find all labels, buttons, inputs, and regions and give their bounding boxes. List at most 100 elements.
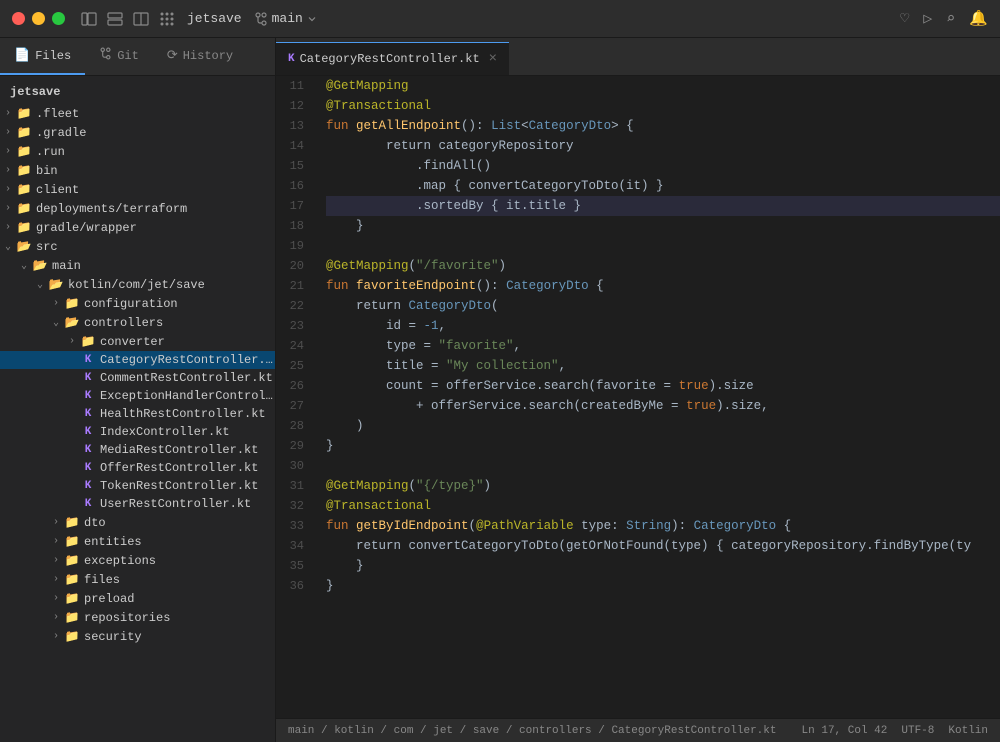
code-line[interactable]: @GetMapping("{/type}") xyxy=(326,476,1000,496)
tree-item-dto[interactable]: › 📁 dto xyxy=(0,513,275,532)
code-token-kw: fun xyxy=(326,279,356,293)
sidebar-tab-files[interactable]: 📄 Files xyxy=(0,38,85,75)
tree-item-files[interactable]: › 📁 files xyxy=(0,570,275,589)
branch-icon xyxy=(254,12,268,26)
tree-item-health-controller[interactable]: K HealthRestController.kt xyxy=(0,405,275,423)
code-line[interactable]: + offerService.search(createdByMe = true… xyxy=(326,396,1000,416)
code-token-type: CategoryDto xyxy=(506,279,589,293)
status-bar: main / kotlin / com / jet / save / contr… xyxy=(276,718,1000,742)
code-token-annotation: @GetMapping xyxy=(326,79,409,93)
close-button[interactable] xyxy=(12,12,25,25)
tree-item-repositories[interactable]: › 📁 repositories xyxy=(0,608,275,627)
code-line[interactable]: } xyxy=(326,216,1000,236)
code-token-number: -1 xyxy=(424,319,439,333)
sidebar-toggle-icon[interactable] xyxy=(81,11,97,27)
tree-item-comment-controller[interactable]: K CommentRestController.kt xyxy=(0,369,275,387)
kotlin-file-icon: K xyxy=(80,390,96,402)
code-line[interactable] xyxy=(326,236,1000,256)
tree-item-exception-controller[interactable]: K ExceptionHandlerControlle... xyxy=(0,387,275,405)
line-number: 22 xyxy=(276,296,310,316)
code-line[interactable]: .map { convertCategoryToDto(it) } xyxy=(326,176,1000,196)
code-line[interactable]: } xyxy=(326,556,1000,576)
encoding: UTF-8 xyxy=(901,725,934,737)
minimize-button[interactable] xyxy=(32,12,45,25)
tree-item-gradle-wrapper[interactable]: › 📁 gradle/wrapper xyxy=(0,218,275,237)
heart-icon[interactable]: ♡ xyxy=(900,9,909,28)
folder-icon: 📁 xyxy=(64,572,80,587)
tree-item-bin[interactable]: › 📁 bin xyxy=(0,161,275,180)
code-line[interactable]: } xyxy=(326,436,1000,456)
code-editor[interactable]: 1112131415161718192021222324252627282930… xyxy=(276,76,1000,718)
grid-icon[interactable] xyxy=(159,11,175,27)
code-line[interactable]: .sortedBy { it.title } xyxy=(326,196,1000,216)
code-line[interactable]: type = "favorite", xyxy=(326,336,1000,356)
tree-item-token-controller[interactable]: K TokenRestController.kt xyxy=(0,477,275,495)
folder-icon: 📁 xyxy=(16,182,32,197)
code-line[interactable]: fun getByIdEndpoint(@PathVariable type: … xyxy=(326,516,1000,536)
tree-label: configuration xyxy=(84,297,178,311)
tree-item-entities[interactable]: › 📁 entities xyxy=(0,532,275,551)
tree-item-index-controller[interactable]: K IndexController.kt xyxy=(0,423,275,441)
line-number: 13 xyxy=(276,116,310,136)
tree-item-configuration[interactable]: › 📁 configuration xyxy=(0,294,275,313)
tree-item-kotlin[interactable]: ⌄ 📂 kotlin/com/jet/save xyxy=(0,275,275,294)
code-line[interactable]: fun favoriteEndpoint(): CategoryDto { xyxy=(326,276,1000,296)
code-line[interactable]: count = offerService.search(favorite = t… xyxy=(326,376,1000,396)
code-line[interactable]: return CategoryDto( xyxy=(326,296,1000,316)
tree-item-category-controller[interactable]: K CategoryRestController.kt xyxy=(0,351,275,369)
maximize-button[interactable] xyxy=(52,12,65,25)
notification-icon[interactable]: 🔔 xyxy=(969,9,988,28)
tree-item-exceptions[interactable]: › 📁 exceptions xyxy=(0,551,275,570)
run-icon[interactable]: ▷ xyxy=(923,9,932,28)
code-line[interactable] xyxy=(326,456,1000,476)
tree-item-security[interactable]: › 📁 security xyxy=(0,627,275,646)
code-line[interactable]: @GetMapping("/favorite") xyxy=(326,256,1000,276)
code-line[interactable]: ) xyxy=(326,416,1000,436)
code-line[interactable]: return convertCategoryToDto(getOrNotFoun… xyxy=(326,536,1000,556)
tree-item-converter[interactable]: › 📁 converter xyxy=(0,332,275,351)
code-line[interactable]: .findAll() xyxy=(326,156,1000,176)
code-content[interactable]: @GetMapping@Transactionalfun getAllEndpo… xyxy=(318,76,1000,718)
branch-selector[interactable]: main xyxy=(254,11,317,26)
code-line[interactable]: id = -1, xyxy=(326,316,1000,336)
code-line[interactable]: return categoryRepository xyxy=(326,136,1000,156)
code-line[interactable]: @Transactional xyxy=(326,96,1000,116)
sidebar-tab-history[interactable]: ⟳ History xyxy=(153,38,247,75)
tree-item-main[interactable]: ⌄ 📂 main xyxy=(0,256,275,275)
tree-item-fleet[interactable]: › 📁 .fleet xyxy=(0,104,275,123)
layout2-icon[interactable] xyxy=(107,11,123,27)
tree-item-gradle[interactable]: › 📁 .gradle xyxy=(0,123,275,142)
tree-item-deployments[interactable]: › 📁 deployments/terraform xyxy=(0,199,275,218)
code-line[interactable]: fun getAllEndpoint(): List<CategoryDto> … xyxy=(326,116,1000,136)
sidebar-tab-git[interactable]: Git xyxy=(85,38,153,75)
code-token-plain: id = xyxy=(326,319,424,333)
tree-item-preload[interactable]: › 📁 preload xyxy=(0,589,275,608)
tree-item-src[interactable]: ⌄ 📂 src xyxy=(0,237,275,256)
expand-arrow: › xyxy=(0,165,16,176)
kotlin-tab-icon: K xyxy=(288,53,295,65)
line-number: 30 xyxy=(276,456,310,476)
tree-item-run[interactable]: › 📁 .run xyxy=(0,142,275,161)
code-line[interactable]: @GetMapping xyxy=(326,76,1000,96)
code-line[interactable]: title = "My collection", xyxy=(326,356,1000,376)
tree-item-offer-controller[interactable]: K OfferRestController.kt xyxy=(0,459,275,477)
tree-item-client[interactable]: › 📁 client xyxy=(0,180,275,199)
titlebar-layout-icons xyxy=(81,11,175,27)
tree-label: HealthRestController.kt xyxy=(100,407,266,421)
code-token-plain: type: xyxy=(574,519,627,533)
close-tab-button[interactable]: × xyxy=(489,51,497,67)
tree-item-controllers[interactable]: ⌄ 📂 controllers xyxy=(0,313,275,332)
project-root-label: jetsave xyxy=(0,80,275,104)
tree-item-media-controller[interactable]: K MediaRestController.kt xyxy=(0,441,275,459)
search-icon[interactable]: ⌕ xyxy=(946,9,955,28)
git-icon xyxy=(99,47,112,64)
tree-item-user-controller[interactable]: K UserRestController.kt xyxy=(0,495,275,513)
editor-tab-category-controller[interactable]: K CategoryRestController.kt × xyxy=(276,42,509,75)
tree-label: CommentRestController.kt xyxy=(100,371,273,385)
tree-label: converter xyxy=(100,335,165,349)
expand-arrow: › xyxy=(48,555,64,566)
tree-label: .gradle xyxy=(36,126,86,140)
code-line[interactable]: @Transactional xyxy=(326,496,1000,516)
layout3-icon[interactable] xyxy=(133,11,149,27)
code-line[interactable]: } xyxy=(326,576,1000,596)
